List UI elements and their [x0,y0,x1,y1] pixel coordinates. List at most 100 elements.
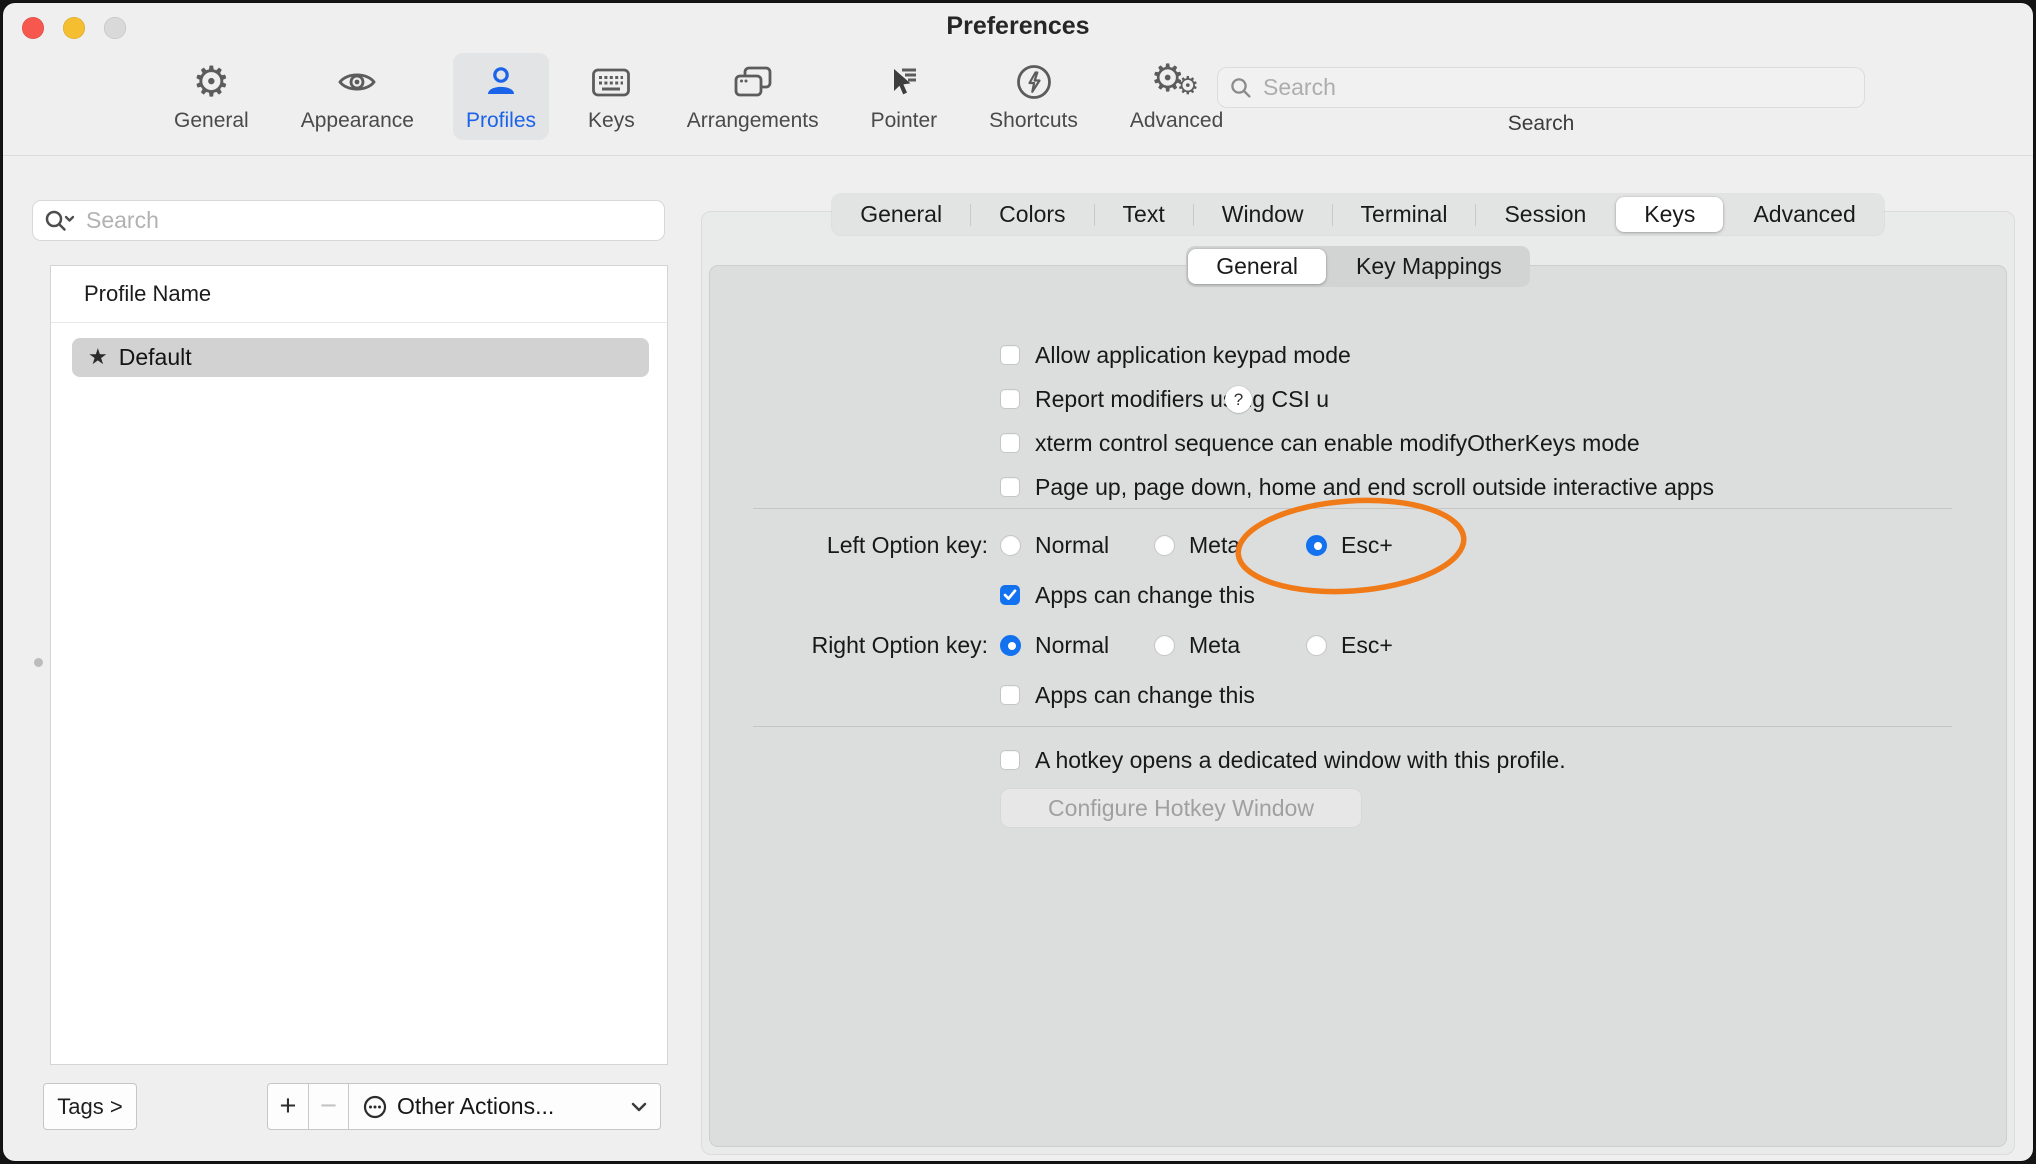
radio-icon [1154,635,1175,656]
radio-left-meta[interactable]: Meta [1154,529,1240,561]
toolbar-item-label: General [174,109,249,133]
toolbar-divider [3,155,2033,156]
tab-text[interactable]: Text [1095,194,1193,235]
checkbox-right-apps-can-change[interactable] [1000,685,1020,705]
toolbar-item-keys[interactable]: Keys [575,53,648,140]
checkbox-label: Apps can change this [1035,682,1255,709]
section-divider [753,508,1952,509]
radio-right-esc[interactable]: Esc+ [1306,629,1393,661]
profile-list-header: Profile Name [51,266,667,323]
checkbox-row: xterm control sequence can enable modify… [1000,427,1640,459]
chevron-down-icon [631,1102,647,1112]
radio-label: Normal [1035,532,1109,559]
radio-left-esc[interactable]: Esc+ [1306,529,1393,561]
radio-icon [1306,635,1327,656]
radio-icon [1154,535,1175,556]
toolbar-item-general[interactable]: ⚙ General [161,53,262,140]
pointer-icon [888,59,920,105]
toolbar-item-label: Keys [588,109,635,133]
profile-search-field[interactable] [32,200,665,241]
screen: Preferences ⚙ General Appearance Profile… [0,0,2036,1164]
radio-label: Normal [1035,632,1109,659]
toolbar-item-pointer[interactable]: Pointer [858,53,951,140]
keys-subtabs: General Key Mappings [701,246,2015,287]
radio-left-normal[interactable]: Normal [1000,529,1109,561]
checkbox-label: Report modifiers using CSI u [1035,386,1329,413]
toolbar-item-profiles[interactable]: Profiles [453,53,549,140]
tab-general[interactable]: General [832,194,970,235]
eye-icon [337,59,377,105]
checkbox-keypad-mode[interactable] [1000,345,1020,365]
radio-label: Meta [1189,532,1240,559]
toolbar-item-label: Profiles [466,109,536,133]
toolbar-search-input[interactable] [1261,73,1852,102]
radio-label: Meta [1189,632,1240,659]
tags-button[interactable]: Tags > [43,1083,137,1130]
checkbox-left-apps-can-change[interactable] [1000,585,1020,605]
person-icon [483,59,519,105]
tab-keys[interactable]: Keys [1616,197,1723,232]
profile-actions-group: + − Other Actions... [267,1083,661,1130]
configure-hotkey-window-button[interactable]: Configure Hotkey Window [1001,789,1361,827]
profile-search-input[interactable] [84,206,653,235]
checkbox-row: Apps can change this [1000,579,1255,611]
circle-ellipsis-icon [363,1095,387,1119]
checkbox-label: Page up, page down, home and end scroll … [1035,474,1714,501]
checkbox-row: Page up, page down, home and end scroll … [1000,471,1714,503]
toolbar-item-label: Advanced [1130,109,1223,133]
remove-profile-button[interactable]: − [309,1084,349,1129]
checkbox-label: Apps can change this [1035,582,1255,609]
tab-terminal[interactable]: Terminal [1333,194,1476,235]
profile-row-default[interactable]: ★ Default [72,338,649,377]
section-divider [753,726,1952,727]
radio-icon-selected [1306,535,1327,556]
checkbox-row: A hotkey opens a dedicated window with t… [1000,744,1566,776]
profile-name: Default [119,344,192,371]
profile-list: Profile Name ★ Default [50,265,668,1065]
checkbox-scroll-outside-apps[interactable] [1000,477,1020,497]
search-with-menu-icon [44,209,76,233]
right-option-label: Right Option key: [663,629,988,661]
radio-right-meta[interactable]: Meta [1154,629,1240,661]
toolbar-item-arrangements[interactable]: Arrangements [674,53,832,140]
gear-icon: ⚙ [193,59,231,105]
subtab-general[interactable]: General [1188,249,1326,284]
keys-general-subpanel [709,265,2007,1147]
gears-icon: ⚙⚙ [1151,59,1203,105]
add-profile-button[interactable]: + [268,1084,309,1129]
tab-session[interactable]: Session [1476,194,1614,235]
tab-advanced[interactable]: Advanced [1725,194,1883,235]
toolbar-item-label: Appearance [301,109,414,133]
toolbar-item-shortcuts[interactable]: Shortcuts [976,53,1091,140]
search-icon [1230,77,1252,99]
checkbox-label: Allow application keypad mode [1035,342,1351,369]
lightning-icon [1016,59,1052,105]
radio-label: Esc+ [1341,532,1393,559]
checkbox-row: Allow application keypad mode [1000,339,1351,371]
tab-window[interactable]: Window [1194,194,1332,235]
toolbar-search-field[interactable] [1217,67,1865,108]
toolbar-search-caption: Search [1217,112,1865,136]
checkbox-hotkey-window[interactable] [1000,750,1020,770]
star-icon: ★ [88,347,108,369]
checkbox-label: xterm control sequence can enable modify… [1035,430,1640,457]
toolbar-item-appearance[interactable]: Appearance [288,53,427,140]
subtab-key-mappings[interactable]: Key Mappings [1328,246,1530,287]
window-title: Preferences [3,12,2033,41]
toolbar-item-label: Shortcuts [989,109,1078,133]
other-actions-dropdown[interactable]: Other Actions... [349,1084,660,1129]
checkbox-row: Report modifiers using CSI u [1000,383,1329,415]
keyboard-icon [592,59,630,105]
help-button[interactable]: ? [1225,386,1252,413]
radio-right-normal[interactable]: Normal [1000,629,1109,661]
checkbox-csi-u[interactable] [1000,389,1020,409]
tab-colors[interactable]: Colors [971,194,1093,235]
toolbar-item-label: Arrangements [687,109,819,133]
radio-icon [1000,535,1021,556]
checkbox-modify-other-keys[interactable] [1000,433,1020,453]
left-option-label: Left Option key: [663,529,988,561]
radio-label: Esc+ [1341,632,1393,659]
windows-icon [734,59,772,105]
profile-tabs: General Colors Text Window Terminal Sess… [701,194,2015,235]
other-actions-label: Other Actions... [397,1093,554,1120]
